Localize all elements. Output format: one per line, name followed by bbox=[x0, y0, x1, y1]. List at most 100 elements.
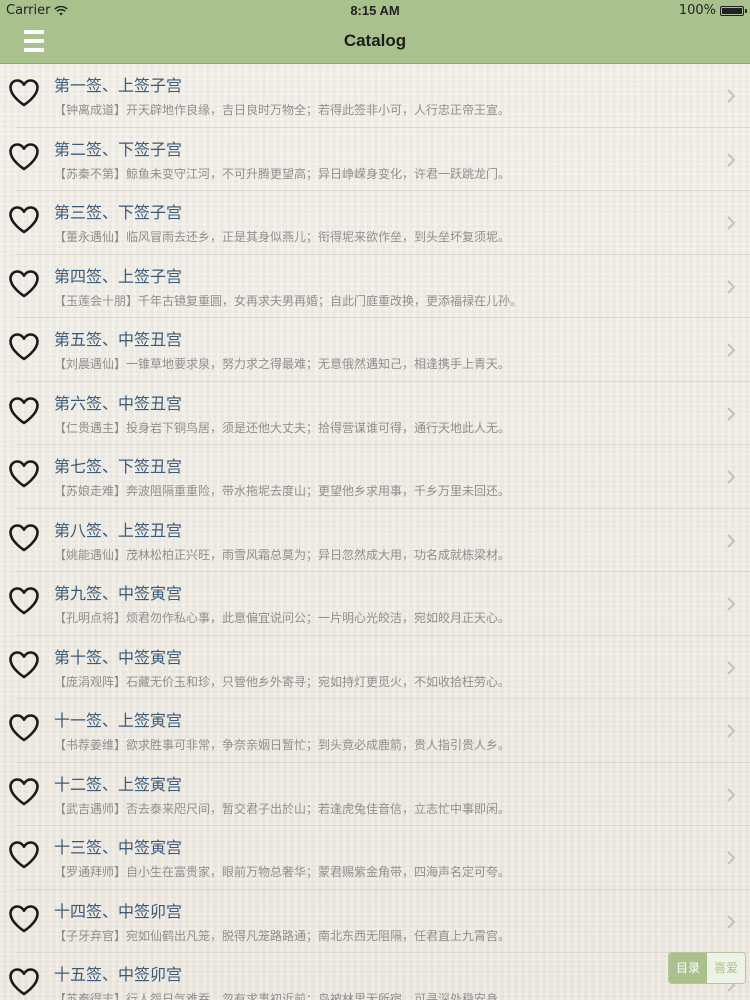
list-item[interactable]: 第七签、下签丑宫 【苏娘走难】奔波阻隔重重险，带水拖坭去度山；更望他乡求用事，千… bbox=[0, 445, 750, 509]
catalog-list[interactable]: 第一签、上签子宫 【钟离成道】开天辟地作良缘，吉日良时万物全；若得此签非小可，人… bbox=[0, 64, 750, 1000]
list-item-verse: 宛如仙鹤出凡笼，脱得凡笼路路通；南北东西无阻隔，任君直上九霄宫。 bbox=[126, 928, 511, 943]
chevron-right-icon bbox=[727, 660, 736, 675]
heart-icon[interactable] bbox=[8, 78, 40, 108]
list-item[interactable]: 第一签、上签子宫 【钟离成道】开天辟地作良缘，吉日良时万物全；若得此签非小可，人… bbox=[0, 64, 750, 128]
navigation-bar: Catalog bbox=[0, 20, 750, 64]
chevron-right-icon bbox=[727, 533, 736, 548]
list-item[interactable]: 第三签、下签子宫 【董永遇仙】临风冒雨去还乡，正是其身似燕儿；衔得坭来欲作垒，到… bbox=[0, 191, 750, 255]
battery-fill bbox=[722, 7, 742, 14]
list-item-title: 第五签、中签丑宫 bbox=[54, 330, 183, 349]
heart-icon[interactable] bbox=[8, 332, 40, 362]
list-item[interactable]: 十五签、中签卯宫 【苏秦得志】行人怨日气难吞，忽有求事初近前；鸟被林里无所宿，可… bbox=[0, 953, 750, 1000]
bottom-segmented-tabs: 目录 喜爱 bbox=[668, 952, 746, 984]
list-item-subtitle: 【罗通拜师】自小生在富贵家，眼前万物总奢华；蒙君赐紫金角带，四海声名定可夸。 bbox=[54, 863, 510, 880]
list-item-title: 十五签、中签卯宫 bbox=[54, 965, 183, 984]
list-item[interactable]: 第八签、上签丑宫 【姚能遇仙】茂林松柏正兴旺，雨雪风霜总莫为；异日忽然成大用，功… bbox=[0, 509, 750, 573]
list-item-verse: 一锥草地要求泉，努力求之得最难；无意俄然遇知己，相逢携手上青天。 bbox=[126, 357, 511, 371]
chevron-right-icon bbox=[727, 152, 736, 167]
heart-icon[interactable] bbox=[8, 586, 40, 616]
list-item[interactable]: 第九签、中签寅宫 【孔明点将】烦君勿作私心事，此意偏宜说问公；一片明心光皎洁，宛… bbox=[0, 572, 750, 636]
chevron-right-icon bbox=[727, 470, 736, 484]
list-item-tag: 【苏娘走难】 bbox=[54, 484, 127, 498]
heart-icon[interactable] bbox=[8, 269, 40, 299]
list-item-subtitle: 【苏秦不第】鲸鱼未变守江河，不可升腾更望高；异日峥嵘身变化，许君一跃跳龙门。 bbox=[54, 165, 510, 182]
chevron-right-icon bbox=[727, 724, 736, 738]
list-item[interactable]: 十四签、中签卯宫 【子牙弃官】宛如仙鹤出凡笼，脱得凡笼路路通；南北东西无阻隔，任… bbox=[0, 890, 750, 954]
list-item-subtitle: 【仁贵遇主】投身岩下铜鸟居，须是还他大丈夫；拾得营谋谁可得，通行天地此人无。 bbox=[54, 419, 510, 436]
list-item[interactable]: 第五签、中签丑宫 【刘晨遇仙】一锥草地要求泉，努力求之得最难；无意俄然遇知己，相… bbox=[0, 318, 750, 382]
list-item-verse: 茂林松柏正兴旺，雨雪风霜总莫为；异日忽然成大用，功名成就栋梁材。 bbox=[126, 547, 511, 562]
heart-icon[interactable] bbox=[8, 777, 40, 807]
list-item-verse: 开天辟地作良缘，吉日良时万物全；若得此签非小可，人行忠正帝王宣。 bbox=[126, 103, 511, 117]
list-item[interactable]: 第十签、中签寅宫 【庞涓观阵】石藏无价玉和珍，只管他乡外寄寻；宛如持灯更觅火，不… bbox=[0, 636, 750, 700]
battery-percent: 100% bbox=[678, 3, 716, 18]
list-item-verse: 欲求胜事可非常，争奈亲姻日暂忙；到头竟必成鹿箭，贵人指引贵人乡。 bbox=[126, 738, 511, 752]
list-item[interactable]: 十一签、上签寅宫 【书荐姜维】欲求胜事可非常，争奈亲姻日暂忙；到头竟必成鹿箭，贵… bbox=[0, 699, 750, 763]
heart-icon[interactable] bbox=[8, 650, 40, 680]
list-item-subtitle: 【孔明点将】烦君勿作私心事，此意偏宜说问公；一片明心光皎洁，宛如皎月正天心。 bbox=[54, 609, 510, 626]
list-item-tag: 【庞涓观阵】 bbox=[54, 674, 127, 689]
tab-catalog[interactable]: 目录 bbox=[669, 953, 707, 983]
chevron-right-icon bbox=[727, 406, 736, 421]
list-item-tag: 【孔明点将】 bbox=[54, 611, 127, 625]
list-item-verse: 投身岩下铜鸟居，须是还他大丈夫；拾得营谋谁可得，通行天地此人无。 bbox=[126, 420, 511, 435]
chevron-right-icon bbox=[727, 343, 736, 357]
list-item-subtitle: 【钟离成道】开天辟地作良缘，吉日良时万物全；若得此签非小可，人行忠正帝王宣。 bbox=[54, 101, 510, 118]
battery-icon bbox=[720, 5, 747, 16]
chevron-right-icon bbox=[727, 216, 736, 230]
heart-icon[interactable] bbox=[8, 840, 40, 870]
list-item-verse: 行人怨日气难吞，忽有求事初近前；鸟被林里无所宿，可寻深处稳安身。 bbox=[126, 992, 511, 1000]
list-item-verse: 自小生在富贵家，眼前万物总奢华；蒙君赐紫金角带，四海声名定可夸。 bbox=[126, 865, 511, 879]
list-item-subtitle: 【武吉遇师】否去泰来咫尺间，暂交君子出於山；若逢虎兔佳音信，立志忙中事即闲。 bbox=[54, 800, 510, 817]
chevron-right-icon bbox=[727, 279, 736, 294]
list-item[interactable]: 第六签、中签丑宫 【仁贵遇主】投身岩下铜鸟居，须是还他大丈夫；拾得营谋谁可得，通… bbox=[0, 382, 750, 446]
list-item-tag: 【仁贵遇主】 bbox=[54, 420, 127, 435]
heart-icon[interactable] bbox=[8, 904, 40, 934]
battery-group: 100% bbox=[678, 3, 747, 18]
list-item-subtitle: 【刘晨遇仙】一锥草地要求泉，努力求之得最难；无意俄然遇知己，相逢携手上青天。 bbox=[54, 355, 510, 372]
heart-icon[interactable] bbox=[8, 967, 40, 997]
list-item-verse: 否去泰来咫尺间，暂交君子出於山；若逢虎兔佳音信，立志忙中事即闲。 bbox=[126, 801, 511, 816]
heart-icon[interactable] bbox=[8, 396, 40, 426]
list-item-title: 十三签、中签寅宫 bbox=[54, 838, 183, 857]
list-item-subtitle: 【庞涓观阵】石藏无价玉和珍，只管他乡外寄寻；宛如持灯更觅火，不如收拾枉劳心。 bbox=[54, 673, 510, 690]
chevron-right-icon bbox=[727, 851, 736, 865]
list-item-title: 第七签、下签丑宫 bbox=[54, 457, 183, 476]
list-item-tag: 【姚能遇仙】 bbox=[54, 547, 127, 562]
list-item-verse: 烦君勿作私心事，此意偏宜说问公；一片明心光皎洁，宛如皎月正天心。 bbox=[126, 611, 511, 625]
chevron-right-icon bbox=[727, 914, 736, 929]
list-item-subtitle: 【苏秦得志】行人怨日气难吞，忽有求事初近前；鸟被林里无所宿，可寻深处稳安身。 bbox=[54, 990, 510, 1000]
list-item[interactable]: 十三签、中签寅宫 【罗通拜师】自小生在富贵家，眼前万物总奢华；蒙君赐紫金角带，四… bbox=[0, 826, 750, 890]
status-time: 8:15 AM bbox=[350, 3, 400, 18]
list-item-tag: 【苏秦不第】 bbox=[54, 166, 127, 181]
heart-icon[interactable] bbox=[8, 459, 40, 489]
list-item[interactable]: 第二签、下签子宫 【苏秦不第】鲸鱼未变守江河，不可升腾更望高；异日峥嵘身变化，许… bbox=[0, 128, 750, 192]
list-item-subtitle: 【董永遇仙】临风冒雨去还乡，正是其身似燕儿；衔得坭来欲作垒，到头垒坏复须坭。 bbox=[54, 228, 510, 245]
list-item-title: 第六签、中签丑宫 bbox=[54, 393, 183, 413]
list-item-title: 十四签、中签卯宫 bbox=[54, 901, 183, 921]
list-item-tag: 【刘晨遇仙】 bbox=[54, 357, 127, 371]
list-item[interactable]: 第四签、上签子宫 【玉莲会十朋】千年古镜复重圆，女再求夫男再婚；自此门庭重改换，… bbox=[0, 255, 750, 319]
list-item-title: 第四签、上签子宫 bbox=[54, 266, 183, 286]
list-item-title: 第二签、下签子宫 bbox=[54, 139, 183, 159]
list-item-tag: 【钟离成道】 bbox=[54, 103, 127, 117]
list-item-verse: 临风冒雨去还乡，正是其身似燕儿；衔得坭来欲作垒，到头垒坏复须坭。 bbox=[126, 230, 511, 244]
list-item-title: 第一签、上签子宫 bbox=[54, 76, 183, 95]
tab-favorites[interactable]: 喜爱 bbox=[707, 953, 745, 983]
heart-icon[interactable] bbox=[8, 205, 40, 235]
heart-icon[interactable] bbox=[8, 713, 40, 743]
heart-icon[interactable] bbox=[8, 142, 40, 172]
list-item-verse: 鲸鱼未变守江河，不可升腾更望高；异日峥嵘身变化，许君一跃跳龙门。 bbox=[126, 166, 511, 181]
heart-icon[interactable] bbox=[8, 523, 40, 553]
list-item-title: 第三签、下签子宫 bbox=[54, 203, 183, 222]
list-item-subtitle: 【玉莲会十朋】千年古镜复重圆，女再求夫男再婚；自此门庭重改换，更添福禄在儿孙。 bbox=[54, 292, 522, 309]
list-item-tag: 【玉莲会十朋】 bbox=[54, 293, 139, 308]
list-item-verse: 奔波阻隔重重险，带水拖坭去度山；更望他乡求用事，千乡万里未回还。 bbox=[126, 484, 511, 498]
list-item[interactable]: 十二签、上签寅宫 【武吉遇师】否去泰来咫尺间，暂交君子出於山；若逢虎兔佳音信，立… bbox=[0, 763, 750, 827]
chevron-right-icon bbox=[727, 89, 736, 103]
list-item-tag: 【董永遇仙】 bbox=[54, 230, 127, 244]
list-item-subtitle: 【姚能遇仙】茂林松柏正兴旺，雨雪风霜总莫为；异日忽然成大用，功名成就栋梁材。 bbox=[54, 546, 510, 563]
list-item-subtitle: 【苏娘走难】奔波阻隔重重险，带水拖坭去度山；更望他乡求用事，千乡万里未回还。 bbox=[54, 482, 510, 499]
list-item-subtitle: 【书荐姜维】欲求胜事可非常，争奈亲姻日暂忙；到头竟必成鹿箭，贵人指引贵人乡。 bbox=[54, 736, 510, 753]
list-item-title: 十一签、上签寅宫 bbox=[54, 711, 183, 730]
